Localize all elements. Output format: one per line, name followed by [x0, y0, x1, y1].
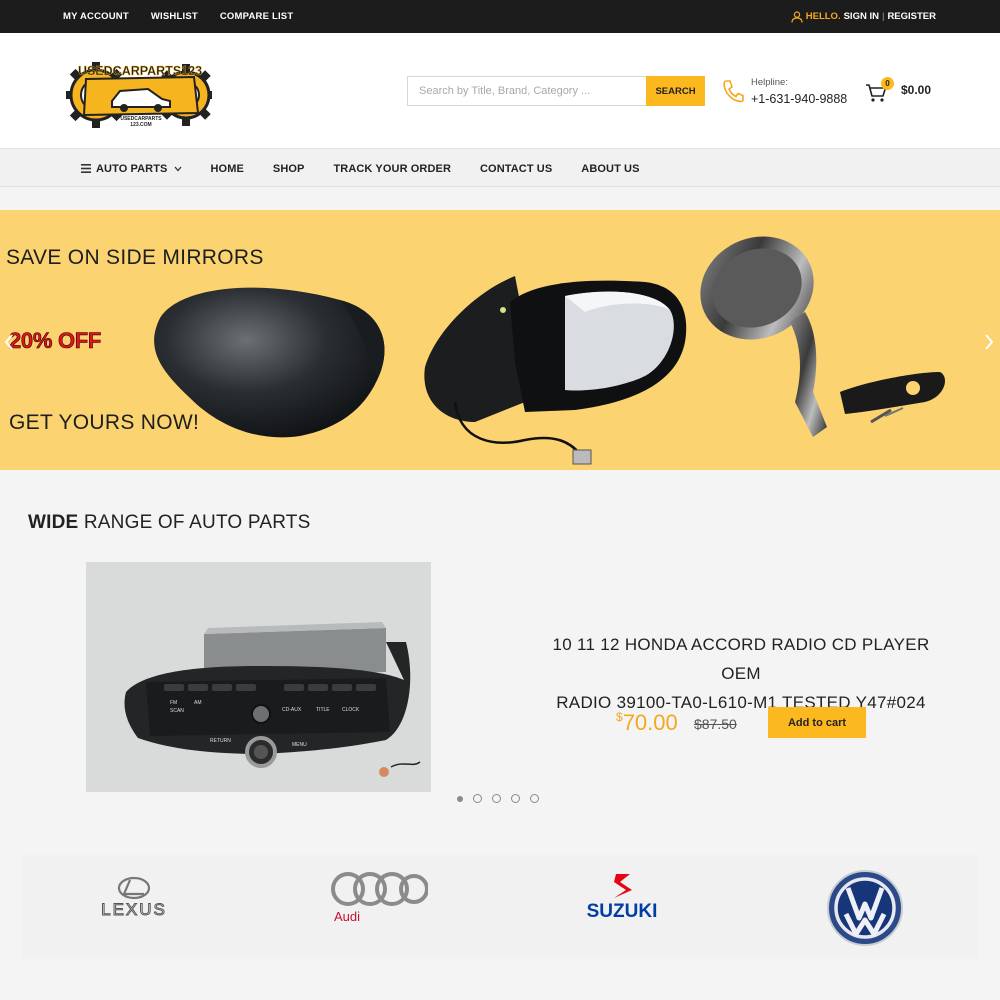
nav-home[interactable]: HOME [211, 163, 244, 175]
brand-strip: LEXUS Audi SUZUKI [22, 855, 978, 959]
price-currency: $ [616, 710, 623, 724]
side-mirror-image [424, 276, 687, 465]
suzuki-logo-text: SUZUKI [587, 901, 658, 920]
carousel-dot-5[interactable] [530, 794, 539, 803]
helpline: Helpline: +1-631-940-9888 [722, 77, 862, 111]
audi-logo-text: Audi [334, 909, 360, 924]
mirror-cap-image [154, 287, 385, 438]
radio-unit-image: SCAN FM AM CD-AUX TITLE CLOCK RETURN MEN… [86, 562, 431, 792]
carousel-dot-2[interactable] [473, 794, 482, 803]
brand-lexus[interactable]: LEXUS [86, 875, 182, 921]
section-title-rest: RANGE OF AUTO PARTS [78, 512, 311, 533]
banner-discount: 20% OFF [9, 328, 102, 354]
search-input[interactable] [407, 76, 646, 106]
phone-icon [723, 80, 744, 103]
wishlist-link[interactable]: WISHLIST [151, 11, 198, 22]
nav-auto-parts[interactable]: AUTO PARTS [81, 163, 182, 175]
radio-label-clock: CLOCK [342, 707, 360, 713]
user-icon [791, 10, 803, 23]
compare-list-link[interactable]: COMPARE LIST [220, 11, 293, 22]
auth-separator: | [881, 11, 885, 22]
mini-cart[interactable]: 0 $0.00 [865, 77, 945, 107]
hello-text: HELLO. [805, 11, 841, 22]
carousel-dot-4[interactable] [511, 794, 520, 803]
product-old-price: $87.50 [694, 716, 737, 732]
product-image[interactable]: SCAN FM AM CD-AUX TITLE CLOCK RETURN MEN… [86, 562, 431, 792]
brand-audi[interactable]: Audi [328, 869, 429, 929]
nav-shop[interactable]: SHOP [273, 163, 305, 175]
banner-headline: SAVE ON SIDE MIRRORS [6, 246, 264, 269]
account-links: MY ACCOUNT WISHLIST COMPARE LIST [63, 0, 293, 33]
menu-icon [81, 164, 91, 173]
slider-prev-arrow-icon[interactable] [4, 334, 14, 350]
my-account-link[interactable]: MY ACCOUNT [63, 11, 129, 22]
slider-next-arrow-icon[interactable] [984, 334, 994, 350]
cart-total: $0.00 [901, 83, 932, 97]
helpline-number[interactable]: +1-631-940-9888 [751, 92, 847, 106]
main-nav: AUTO PARTS HOME SHOP TRACK YOUR ORDER CO… [0, 148, 1000, 187]
suzuki-logo-icon: SUZUKI [587, 874, 658, 922]
section-title: WIDE RANGE OF AUTO PARTS [28, 512, 310, 534]
radio-label-fm: FM [170, 700, 177, 706]
chrome-mirror-image [700, 236, 945, 437]
nav-contact-us[interactable]: CONTACT US [480, 163, 552, 175]
site-logo[interactable]: USEDCARPARTS123 USEDCARPARTS 123.COM [63, 55, 217, 131]
product-price: $70.00 [616, 710, 678, 736]
nav-track-order[interactable]: TRACK YOUR ORDER [333, 163, 451, 175]
section-title-bold: WIDE [28, 512, 79, 533]
brand-suzuki[interactable]: SUZUKI [570, 872, 674, 922]
sign-in-link[interactable]: SIGN IN [844, 11, 879, 22]
volkswagen-logo-icon [827, 870, 903, 946]
site-header: USEDCARPARTS123 USEDCARPARTS 123.COM SEA… [0, 33, 1000, 148]
radio-label-scan: SCAN [170, 708, 184, 714]
radio-label-cdaux: CD-AUX [282, 707, 302, 713]
brand-volkswagen[interactable] [826, 868, 906, 948]
chevron-down-icon [174, 166, 181, 171]
radio-label-return: RETURN [210, 738, 231, 744]
hero-banner[interactable]: SAVE ON SIDE MIRRORS 20% OFF GET YOURS N… [0, 210, 1000, 470]
product-title[interactable]: 10 11 12 HONDA ACCORD RADIO CD PLAYER OE… [535, 630, 947, 717]
radio-label-title: TITLE [316, 707, 330, 713]
audi-logo-icon: Audi [331, 872, 429, 924]
nav-about-us[interactable]: ABOUT US [581, 163, 639, 175]
register-link[interactable]: REGISTER [887, 11, 936, 22]
radio-label-am: AM [194, 700, 202, 706]
carousel-dot-3[interactable] [492, 794, 501, 803]
product-title-line2: RADIO 39100-TA0-L610-M1 TESTED Y47#024 [556, 693, 926, 712]
radio-label-menu: MENU [292, 742, 307, 748]
lexus-logo-icon: LEXUS [101, 876, 167, 920]
carousel-dot-1[interactable] [457, 795, 463, 802]
logo-gears-icon: USEDCARPARTS123 USEDCARPARTS 123.COM [63, 62, 217, 128]
nav-auto-parts-label: AUTO PARTS [96, 162, 168, 175]
add-to-cart-button[interactable]: Add to cart [768, 707, 866, 738]
search-bar: SEARCH [407, 76, 705, 106]
top-bar: MY ACCOUNT WISHLIST COMPARE LIST HELLO. … [0, 0, 1000, 33]
helpline-label: Helpline: [751, 77, 788, 88]
auth-links: HELLO. SIGN IN | REGISTER [791, 0, 936, 33]
cart-count-badge: 0 [881, 77, 894, 90]
product-title-line1: 10 11 12 HONDA ACCORD RADIO CD PLAYER OE… [552, 635, 930, 683]
search-button[interactable]: SEARCH [646, 76, 705, 106]
svg-text:123.COM: 123.COM [130, 122, 151, 128]
svg-text:USEDCARPARTS123: USEDCARPARTS123 [78, 64, 202, 78]
carousel-dots [457, 794, 539, 803]
price-value: 70.00 [622, 710, 678, 735]
lexus-logo-text: LEXUS [101, 900, 167, 919]
